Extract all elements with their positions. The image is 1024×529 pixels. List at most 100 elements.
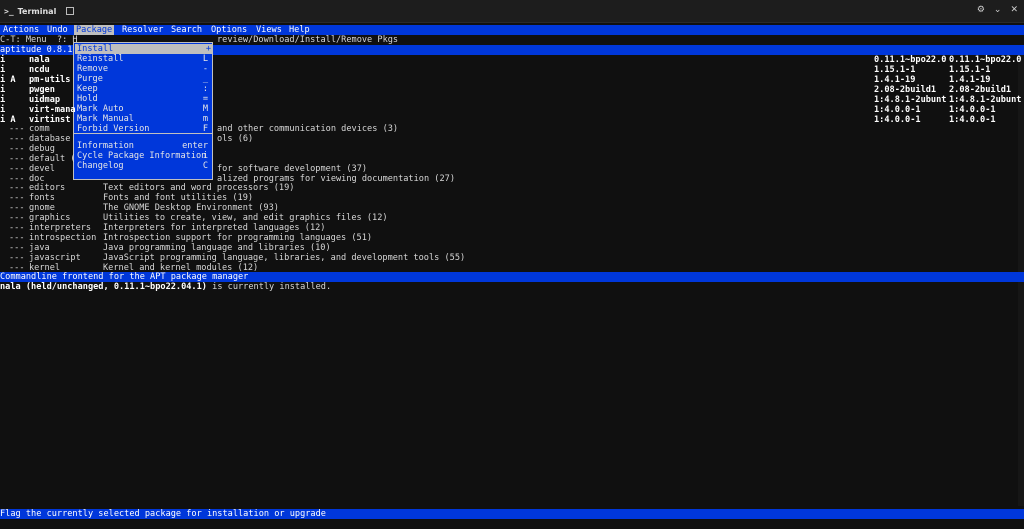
status-text: Flag the currently selected package for … xyxy=(0,509,326,519)
section-description: Kernel and kernel modules (12) xyxy=(103,262,259,273)
package-installed-version: 0.11.1~bpo22.0 xyxy=(874,55,947,65)
section-row[interactable]: --- database ols (6) xyxy=(0,134,1024,144)
menu-package[interactable]: Package xyxy=(74,25,115,35)
section-row[interactable]: --- doc alized programs for viewing docume… xyxy=(0,174,1024,184)
menu-resolver[interactable]: Resolver xyxy=(122,25,163,35)
section-description: Fonts and font utilities (19) xyxy=(103,193,254,204)
chevron-down-icon[interactable]: ⌄ xyxy=(994,5,1002,15)
package-row[interactable]: i virt-mana 1:4.0.0-1 1:4.0.0-1 xyxy=(0,105,1024,115)
description-text: Commandline frontend for the APT package… xyxy=(0,272,249,282)
section-description: Utilities to create, view, and edit grap… xyxy=(103,213,388,224)
window-controls: ⚙ ⌄ ✕ xyxy=(977,5,1018,15)
package-name: virt-mana xyxy=(29,105,76,115)
package-name: nala xyxy=(29,55,50,65)
section-row[interactable]: --- gnome The GNOME Desktop Environment (9… xyxy=(0,203,1024,213)
package-row[interactable]: i A pm-utils 1.4.1-19 1.4.1-19 xyxy=(0,75,1024,85)
package-state: i xyxy=(0,105,6,115)
section-row[interactable]: --- javascript JavaScript programming lang… xyxy=(0,253,1024,263)
section-row[interactable]: --- interpreters Interpreters for interpre… xyxy=(0,223,1024,233)
section-row[interactable]: --- introspection Introspection support fo… xyxy=(0,233,1024,243)
package-installed-version: 1:4.0.0-1 xyxy=(874,105,921,115)
section-prefix: --- xyxy=(9,242,25,253)
menu-item-install[interactable]: Install + xyxy=(75,44,213,54)
package-candidate-version: 1.4.1-19 xyxy=(949,75,991,85)
section-description: for software development (37) xyxy=(217,163,368,174)
package-row[interactable]: i pwgen 2.08-2build1 2.08-2build1 xyxy=(0,85,1024,95)
package-name: pwgen xyxy=(29,85,55,95)
section-description: The GNOME Desktop Environment (93) xyxy=(103,203,279,214)
new-tab-icon[interactable] xyxy=(66,7,75,15)
package-installed-version: 1.15.1-1 xyxy=(874,65,916,75)
package-name: ncdu xyxy=(29,65,50,75)
package-candidate-version: 1:4.0.0-1 xyxy=(949,105,996,115)
section-description: Java programming language and libraries … xyxy=(103,242,331,253)
section-row[interactable]: --- editors Text editors and word processo… xyxy=(0,183,1024,193)
menu-help[interactable]: Help xyxy=(289,25,310,35)
description-bar: Commandline frontend for the APT package… xyxy=(0,272,1024,282)
hint-left: C-T: Menu ?: H xyxy=(0,35,78,45)
window-titlebar: >_ Terminal ⚙ ⌄ ✕ xyxy=(0,0,1024,23)
section-prefix: --- xyxy=(9,193,25,204)
section-name: doc xyxy=(29,173,45,184)
section-name: javascript xyxy=(29,252,81,263)
section-row[interactable]: --- debug xyxy=(0,144,1024,154)
section-prefix: --- xyxy=(9,262,25,273)
package-installed-version: 1:4.8.1-2ubunt xyxy=(874,95,947,105)
section-prefix: --- xyxy=(9,143,25,154)
package-candidate-version: 0.11.1~bpo22.0 xyxy=(949,55,1022,65)
section-row[interactable]: --- default ( xyxy=(0,154,1024,164)
menu-actions[interactable]: Actions xyxy=(3,25,39,35)
section-description: Introspection support for programming la… xyxy=(103,232,373,243)
section-row[interactable]: --- graphics Utilities to create, view, an… xyxy=(0,213,1024,223)
package-candidate-version: 1:4.8.1-2ubunt xyxy=(949,95,1022,105)
section-row[interactable]: --- fonts Fonts and font utilities (19) xyxy=(0,193,1024,203)
section-name: gnome xyxy=(29,203,55,214)
aptitude-menubar: Actions Undo Package Resolver Search Opt… xyxy=(0,25,1024,35)
header-title: aptitude 0.8.13 xyxy=(0,45,78,55)
section-description: Interpreters for interpreted languages (… xyxy=(103,223,326,233)
terminal-icon: >_ xyxy=(4,6,14,16)
section-prefix: --- xyxy=(9,124,25,134)
section-name: comm xyxy=(29,124,50,134)
package-row[interactable]: i nala 0.11.1~bpo22.0 0.11.1~bpo22.0 xyxy=(0,55,1024,65)
section-name: editors xyxy=(29,183,66,194)
section-prefix: --- xyxy=(9,223,25,233)
package-state: i A xyxy=(0,75,16,85)
package-row[interactable]: i uidmap 1:4.8.1-2ubunt 1:4.8.1-2ubunt xyxy=(0,95,1024,105)
status-line: Flag the currently selected package for … xyxy=(0,509,1024,519)
menu-undo[interactable]: Undo xyxy=(47,25,68,35)
menu-options[interactable]: Options xyxy=(211,25,247,35)
section-name: debug xyxy=(29,143,55,154)
section-row[interactable]: --- comm and other communication devices (… xyxy=(0,124,1024,134)
section-row[interactable]: --- devel for software development (37) xyxy=(0,164,1024,174)
section-description: ols (6) xyxy=(217,133,254,144)
section-prefix: --- xyxy=(9,163,25,174)
info-package-state: nala (held/unchanged, 0.11.1~bpo22.04.1) xyxy=(0,282,207,292)
section-name: database xyxy=(29,133,71,144)
section-name: java xyxy=(29,242,50,253)
info-line: nala (held/unchanged, 0.11.1~bpo22.04.1)… xyxy=(0,282,1024,292)
menu-search[interactable]: Search xyxy=(171,25,202,35)
section-row[interactable]: --- kernel Kernel and kernel modules (12) xyxy=(0,263,1024,273)
section-name: interpreters xyxy=(29,223,92,233)
section-prefix: --- xyxy=(9,252,25,263)
menu-views[interactable]: Views xyxy=(256,25,282,35)
section-prefix: --- xyxy=(9,173,25,184)
gear-icon[interactable]: ⚙ xyxy=(977,5,985,15)
section-description: alized programs for viewing documentatio… xyxy=(217,173,455,184)
section-row[interactable]: --- java Java programming language and lib… xyxy=(0,243,1024,253)
section-name: fonts xyxy=(29,193,55,204)
package-row[interactable]: i ncdu 1.15.1-1 1.15.1-1 xyxy=(0,65,1024,75)
section-description: JavaScript programming language, librari… xyxy=(103,252,466,263)
hint-right: review/Download/Install/Remove Pkgs xyxy=(217,35,399,45)
section-name: kernel xyxy=(29,262,61,273)
menu-item-label: Install xyxy=(77,44,114,54)
window-title: Terminal xyxy=(17,6,57,16)
close-icon[interactable]: ✕ xyxy=(1010,5,1018,15)
package-state: i xyxy=(0,65,6,75)
package-state: i xyxy=(0,95,6,105)
package-name: pm-utils xyxy=(29,75,71,85)
package-installed-version: 1.4.1-19 xyxy=(874,75,916,85)
section-prefix: --- xyxy=(9,203,25,214)
package-name: uidmap xyxy=(29,95,61,105)
